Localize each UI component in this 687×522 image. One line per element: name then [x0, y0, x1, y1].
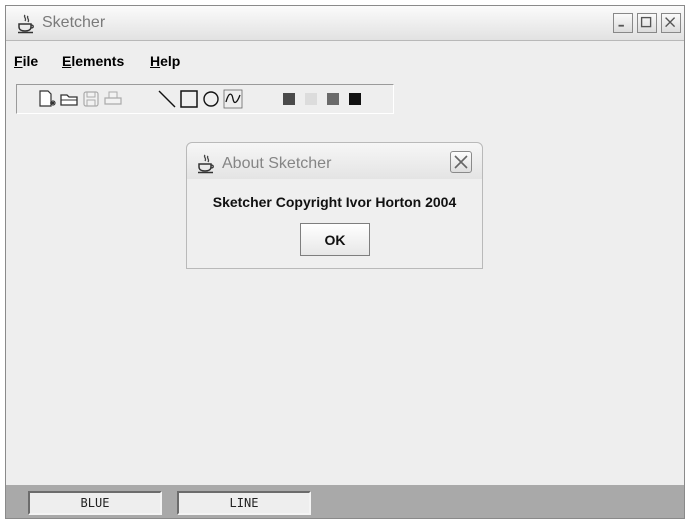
rectangle-tool-icon [180, 90, 198, 108]
open-file-button[interactable] [59, 89, 79, 109]
new-file-icon [39, 90, 56, 107]
menu-help[interactable]: Help [150, 53, 180, 69]
print-button[interactable] [103, 89, 123, 109]
save-icon [83, 91, 99, 107]
menu-elements-label: lements [71, 53, 125, 69]
color-button-4[interactable] [345, 89, 365, 109]
minimize-button[interactable] [613, 13, 633, 33]
status-color: BLUE [28, 491, 162, 515]
color-swatch-icon [283, 93, 295, 105]
menu-help-label: elp [160, 53, 181, 69]
color-swatch-icon [305, 93, 317, 105]
minimize-icon [618, 24, 624, 27]
window-titlebar[interactable]: Sketcher [6, 6, 684, 41]
java-cup-icon [16, 14, 36, 34]
menu-elements-mnemonic: E [62, 53, 72, 69]
toolbar [16, 84, 394, 114]
color-button-1[interactable] [279, 89, 299, 109]
dialog-title: About Sketcher [222, 155, 332, 172]
dialog-titlebar[interactable]: About Sketcher [187, 143, 482, 179]
open-file-icon [60, 94, 78, 106]
line-tool-icon [158, 90, 176, 108]
menu-elements[interactable]: Elements [62, 53, 124, 69]
about-dialog: About Sketcher Sketcher Copyright Ivor H… [186, 142, 483, 269]
color-button-2[interactable] [301, 89, 321, 109]
status-bar: BLUE LINE [6, 485, 684, 518]
save-button[interactable] [81, 89, 101, 109]
color-swatch-icon [327, 93, 339, 105]
window-title: Sketcher [42, 14, 106, 31]
maximize-icon [640, 16, 652, 28]
menu-help-mnemonic: H [150, 53, 161, 69]
menu-file[interactable]: File [14, 53, 38, 69]
java-cup-icon [196, 154, 216, 174]
close-icon [454, 155, 468, 169]
ok-button[interactable]: OK [300, 223, 370, 256]
sketcher-window: Sketcher File Elements Help BLUE LINE Ab… [5, 5, 685, 519]
curve-tool-icon [223, 89, 243, 109]
print-icon [104, 91, 122, 105]
menu-file-label: ile [22, 53, 39, 69]
curve-tool-button[interactable] [223, 89, 243, 109]
circle-tool-button[interactable] [201, 89, 221, 109]
close-button[interactable] [661, 13, 681, 33]
circle-tool-icon [203, 91, 219, 107]
status-element-type: LINE [177, 491, 311, 515]
maximize-button[interactable] [637, 13, 657, 33]
color-button-3[interactable] [323, 89, 343, 109]
close-icon [665, 17, 676, 28]
new-file-button[interactable] [37, 89, 57, 109]
rectangle-tool-button[interactable] [179, 89, 199, 109]
dialog-close-button[interactable] [450, 151, 472, 173]
line-tool-button[interactable] [157, 89, 177, 109]
color-swatch-icon [349, 93, 361, 105]
menu-bar: File Elements Help [6, 47, 684, 73]
dialog-message: Sketcher Copyright Ivor Horton 2004 [212, 194, 457, 210]
menu-file-mnemonic: F [14, 53, 23, 69]
